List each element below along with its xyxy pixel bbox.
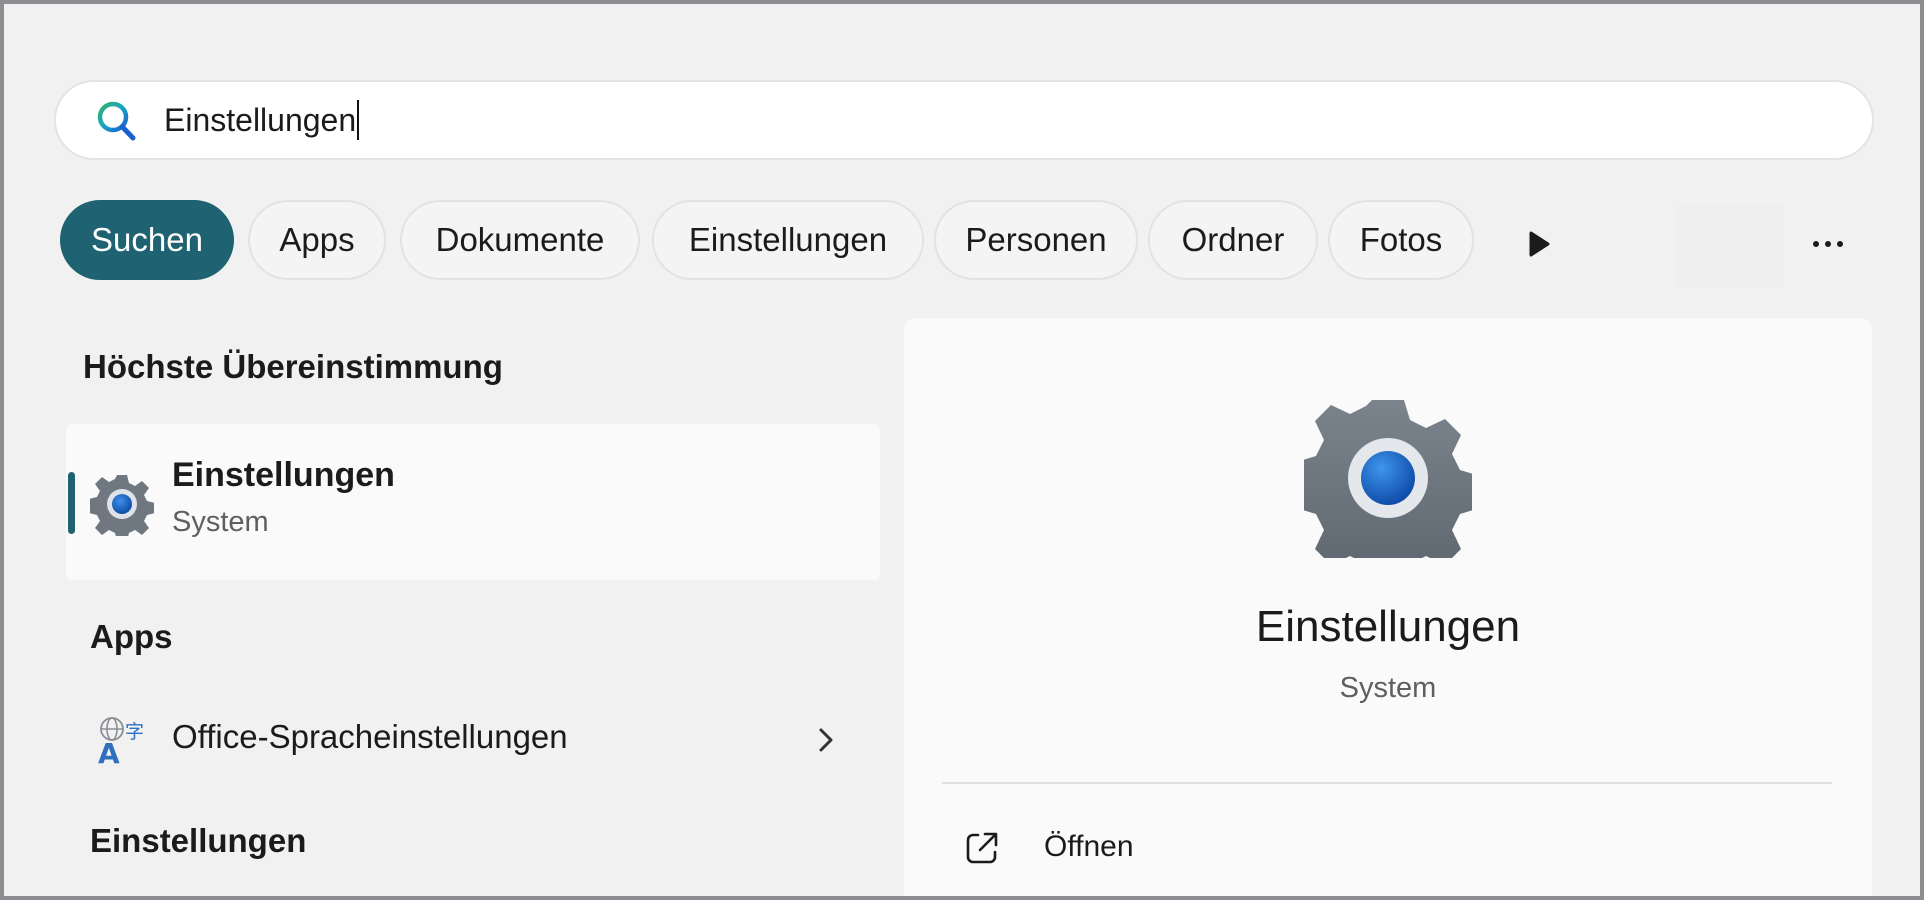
best-match-title: Einstellungen <box>172 456 395 494</box>
search-input[interactable]: Einstellungen <box>164 100 360 140</box>
preview-subtitle: System <box>1339 672 1437 704</box>
tab-apps[interactable]: Apps <box>248 200 386 280</box>
tab-ordner[interactable]: Ordner <box>1148 200 1318 280</box>
best-match-heading: Höchste Übereinstimmung <box>83 348 503 385</box>
tab-einstellungen[interactable]: Einstellungen <box>652 200 924 280</box>
open-action[interactable]: Öffnen <box>964 824 1464 874</box>
open-external-icon <box>966 832 998 864</box>
play-icon[interactable] <box>1522 228 1554 260</box>
tab-placeholder <box>1676 204 1784 288</box>
selection-indicator <box>68 472 75 534</box>
tab-dokumente[interactable]: Dokumente <box>400 200 640 280</box>
best-match-item[interactable]: Einstellungen System <box>66 424 880 580</box>
svg-text:字: 字 <box>125 721 144 743</box>
settings-gear-icon <box>90 475 154 536</box>
apps-heading: Apps <box>90 618 173 655</box>
best-match-subtitle: System <box>172 506 269 538</box>
search-box[interactable]: Einstellungen <box>54 80 1874 160</box>
more-options-icon[interactable] <box>1808 228 1848 260</box>
preview-title: Einstellungen <box>1255 602 1521 651</box>
language-icon: 字 A <box>98 717 144 764</box>
preview-divider <box>942 782 1832 784</box>
open-action-label: Öffnen <box>1044 830 1134 863</box>
search-window: Einstellungen Suchen Apps Dokumente Eins… <box>4 4 1920 896</box>
settings-gear-large-icon <box>1304 400 1472 558</box>
app-item-office-spracheinstellungen[interactable]: 字 A Office-Spracheinstellungen <box>66 704 880 776</box>
text-caret <box>357 100 360 140</box>
tab-suchen[interactable]: Suchen <box>60 200 234 280</box>
preview-pane: Einstellungen System Öffnen <box>904 318 1872 896</box>
app-item-label: Office-Spracheinstellungen <box>172 718 568 755</box>
search-icon <box>97 101 136 141</box>
tab-personen[interactable]: Personen <box>934 200 1138 280</box>
search-input-value: Einstellungen <box>164 102 357 138</box>
chevron-right-icon[interactable] <box>814 726 838 754</box>
tab-fotos[interactable]: Fotos <box>1328 200 1474 280</box>
settings-heading: Einstellungen <box>90 822 307 859</box>
svg-text:A: A <box>98 737 120 764</box>
